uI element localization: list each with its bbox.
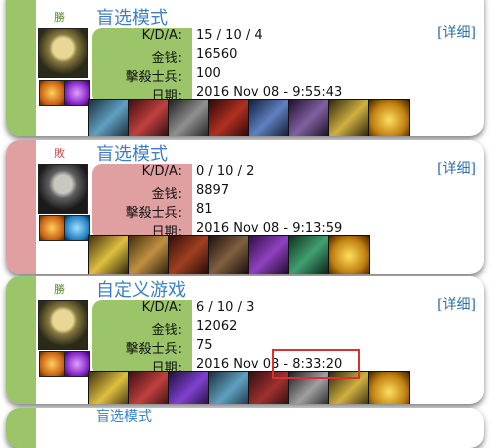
gem-item-icon [168,371,210,404]
helmet-item-icon [88,99,130,136]
date-value: 2016 Nov 08 - 9:13:59 [196,221,343,236]
game-mode: 盲选模式 [96,8,168,29]
gold-row: 金钱: 12062 [86,319,426,338]
staff-item-icon [248,99,290,136]
minions-value: 100 [196,66,221,81]
trinket-item-icon [368,371,410,404]
minions-row: 擊殺士兵: 81 [86,202,426,221]
dagger-item-icon [328,99,370,136]
gold-label: 金钱: [151,323,182,338]
minions-label: 擊殺士兵: [125,342,182,357]
trinket-item-icon [368,99,410,136]
gold-label: 金钱: [151,51,182,66]
trinket-item-icon [328,235,370,274]
armor-item-icon [168,99,210,136]
result-label: 勝 [54,283,65,296]
minions-row: 擊殺士兵: 100 [86,66,426,85]
result-label: 勝 [54,11,65,24]
gold-value: 12062 [196,319,238,334]
result-strip-win [6,408,36,448]
blade-item-icon [128,99,170,136]
stats-block: K/D/A: 6 / 10 / 3 金钱: 12062 擊殺士兵: 75 日期: 201… [86,300,426,376]
stats-block: K/D/A: 0 / 10 / 2 金钱: 8897 擊殺士兵: 81 日期: 2016… [86,164,426,240]
helmet-item-icon [208,371,250,404]
minions-label: 擊殺士兵: [125,206,182,221]
kda-label: K/D/A: [141,28,182,43]
boots-item-icon [88,371,130,404]
minions-row: 擊殺士兵: 75 [86,338,426,357]
stats-block: K/D/A: 15 / 10 / 4 金钱: 16560 擊殺士兵: 100 日期: 2… [86,28,426,104]
minions-value: 81 [196,202,213,217]
kda-row: K/D/A: 15 / 10 / 4 [86,28,426,47]
kda-value: 15 / 10 / 4 [196,28,263,43]
axe-item-icon [288,235,330,274]
match-card-partial: 盲选模式 [6,408,484,448]
spiked-champion-icon [38,28,88,78]
kda-value: 6 / 10 / 3 [196,300,255,315]
detail-link[interactable]: [详细] [437,294,476,314]
boots-item-icon [168,235,210,274]
minions-label: 擊殺士兵: [125,70,182,85]
blade-item-icon [128,235,170,274]
detail-link[interactable]: [详细] [437,158,476,178]
result-strip-win [6,276,36,404]
dagger-item-icon [288,99,330,136]
spiked-champion-icon [38,300,88,350]
match-card: 勝 自定义游戏 [详细] K/D/A: 6 / 10 / 3 金钱: 12062 擊… [6,276,484,404]
gold-row: 金钱: 8897 [86,183,426,202]
match-card: 勝 盲选模式 [详细] K/D/A: 15 / 10 / 4 金钱: 16560 擊… [6,0,484,136]
kda-row: K/D/A: 6 / 10 / 3 [86,300,426,319]
staff-item-icon [208,235,250,274]
result-label: 敗 [54,147,65,160]
result-strip-loss [6,140,36,274]
sword-item-icon [208,99,250,136]
skull-champion-icon [38,164,88,214]
kda-value: 0 / 10 / 2 [196,164,255,179]
minions-value: 75 [196,338,213,353]
flash-spell-icon [39,351,65,377]
kda-row: K/D/A: 0 / 10 / 2 [86,164,426,183]
shield-item-icon [88,235,130,274]
game-mode: 盲选模式 [96,144,168,165]
flash-spell-icon [39,215,65,241]
match-card: 敗 盲选模式 [详细] K/D/A: 0 / 10 / 2 金钱: 8897 擊殺士… [6,140,484,274]
kda-label: K/D/A: [141,300,182,315]
kda-label: K/D/A: [141,164,182,179]
detail-link[interactable]: [详细] [437,22,476,42]
flash-spell-icon [39,80,65,106]
result-strip-win [6,0,36,136]
date-value: 2016 Nov 08 - 9:55:43 [196,85,343,100]
game-mode: 盲选模式 [96,409,152,425]
gold-row: 金钱: 16560 [86,47,426,66]
gold-value: 8897 [196,183,230,198]
highlight-box [272,349,360,379]
gold-label: 金钱: [151,187,182,202]
gold-value: 16560 [196,47,238,62]
game-mode: 自定义游戏 [96,280,186,301]
blade-item-icon [128,371,170,404]
sword-item-icon [248,235,290,274]
